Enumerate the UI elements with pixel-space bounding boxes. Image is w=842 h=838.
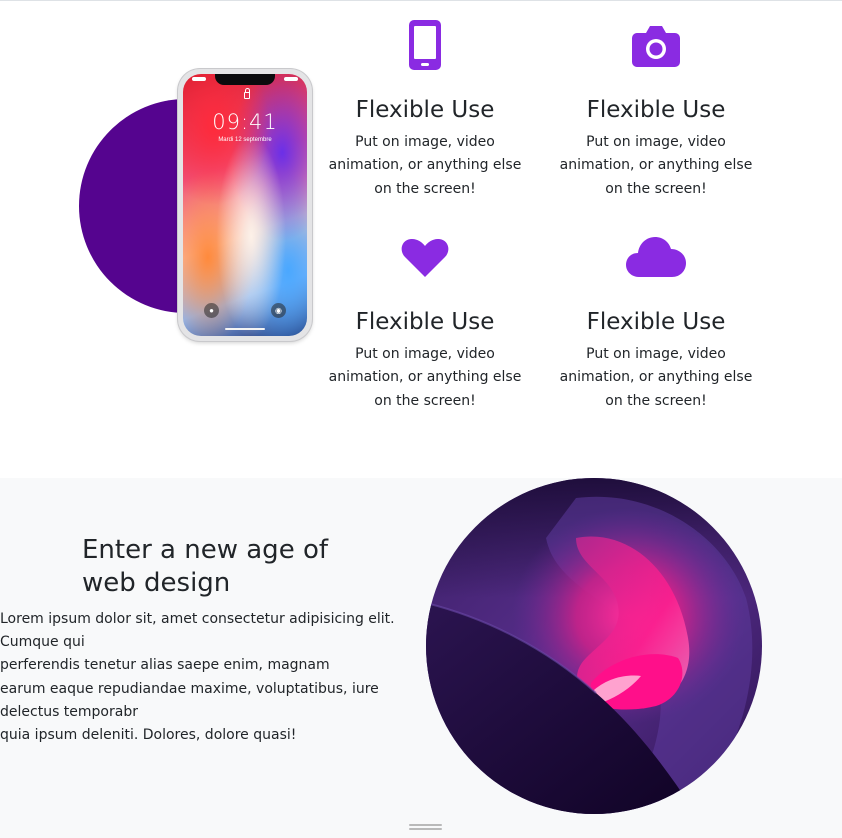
feature-card: Flexible Use Put on image, video animati… — [317, 231, 533, 413]
phone-mockup-image: 09:41 Mardi 12 septembre ● ◉ — [178, 69, 312, 341]
hero-section: Enter a new age of web design Lorem ipsu… — [0, 478, 842, 838]
hero-paragraph: Lorem ipsum dolor sit, amet consectetur … — [0, 608, 400, 747]
feature-title: Flexible Use — [586, 97, 726, 123]
unlock-icon — [244, 88, 250, 99]
feature-card: Flexible Use Put on image, video animati… — [317, 19, 533, 201]
feature-description: Put on image, video animation, or anythi… — [559, 134, 753, 197]
hero-text-line: earum eaque repudiandae maxime, voluptat… — [0, 680, 379, 697]
hero-text-line: perferendis tenetur alias saepe enim, ma… — [0, 657, 330, 674]
abstract-wallpaper-image — [426, 478, 762, 814]
heart-icon — [401, 238, 449, 277]
scroll-handle-icon[interactable] — [409, 824, 442, 831]
phone-clock: 09:41 — [212, 110, 278, 134]
hero-text-line: Lorem ipsum dolor sit, amet consectetur … — [0, 611, 395, 627]
feature-title: Flexible Use — [355, 309, 495, 335]
cloud-icon — [626, 237, 686, 277]
hero-text-line: delectus temporabr — [0, 703, 138, 720]
hero-title: Enter a new age of web design — [82, 535, 329, 598]
home-indicator — [225, 328, 265, 330]
feature-description: Put on image, video animation, or anythi… — [559, 346, 753, 409]
feature-description: Put on image, video animation, or anythi… — [328, 346, 522, 409]
flashlight-icon: ● — [204, 303, 219, 318]
camera-icon — [632, 26, 680, 67]
feature-title: Flexible Use — [355, 97, 495, 123]
feature-card: Flexible Use Put on image, video animati… — [548, 19, 764, 201]
phone-notch — [215, 74, 275, 85]
phone-screen: 09:41 Mardi 12 septembre ● ◉ — [183, 74, 307, 336]
hero-text-line: quia ipsum deleniti. Dolores, dolore qua… — [0, 727, 297, 744]
features-section: 09:41 Mardi 12 septembre ● ◉ Flexible Us… — [0, 1, 842, 477]
feature-card: Flexible Use Put on image, video animati… — [548, 231, 764, 413]
feature-title: Flexible Use — [586, 309, 726, 335]
phone-date: Mardi 12 septembre — [218, 137, 272, 143]
hero-text-line: Cumque qui — [0, 634, 85, 651]
feature-description: Put on image, video animation, or anythi… — [328, 134, 522, 197]
phone-camera-icon: ◉ — [271, 303, 286, 318]
mobile-phone-icon — [409, 20, 441, 70]
